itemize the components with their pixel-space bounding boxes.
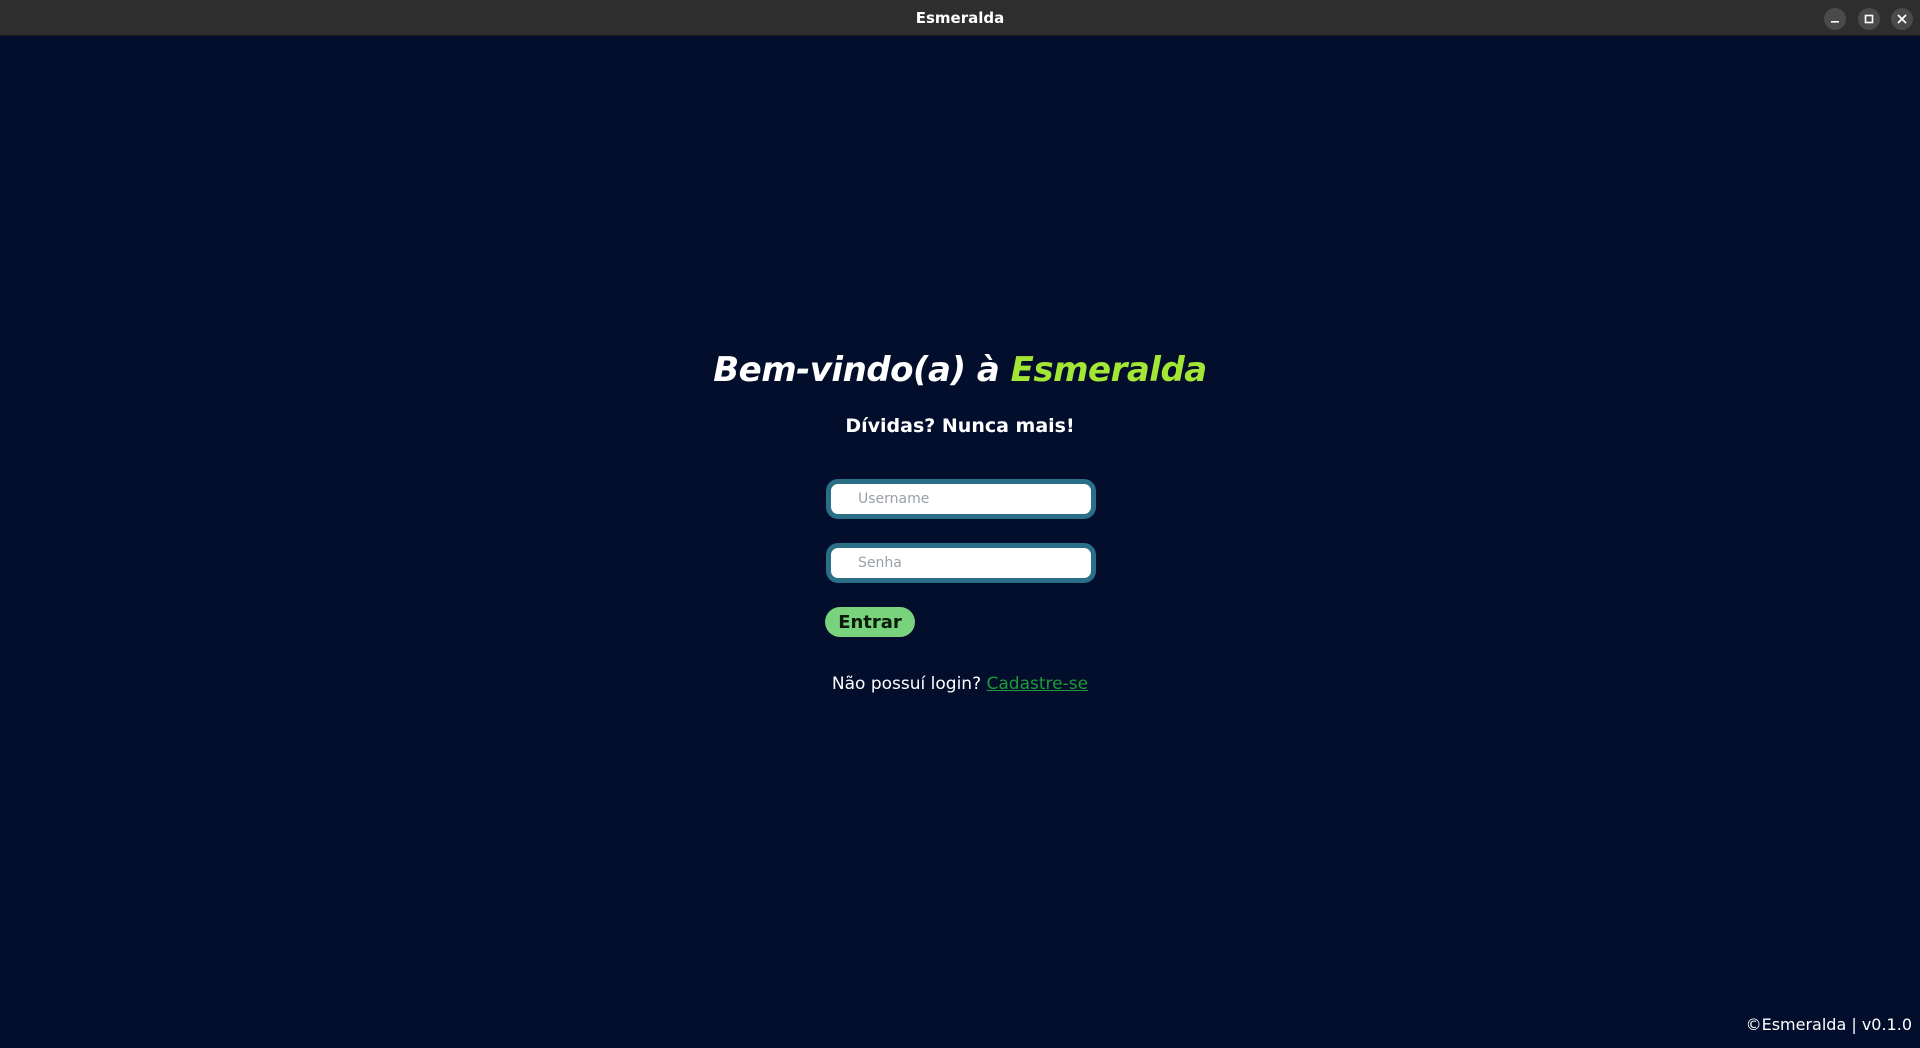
close-button[interactable] [1891, 8, 1913, 30]
footer-version: ©Esmeralda | v0.1.0 [1745, 1015, 1912, 1034]
maximize-button[interactable] [1858, 8, 1880, 30]
brand-name: Esmeralda [1010, 350, 1208, 390]
welcome-heading: Bem-vindo(a) à Esmeralda [0, 350, 1920, 390]
login-screen: Bem-vindo(a) à Esmeralda Dívidas? Nunca … [0, 36, 1920, 1048]
welcome-heading-prefix: Bem-vindo(a) à [713, 350, 1011, 390]
minimize-button[interactable] [1824, 8, 1846, 30]
window-titlebar: Esmeralda [0, 0, 1920, 36]
window-title: Esmeralda [915, 9, 1005, 27]
signup-prompt: Não possuí login? Cadastre-se [0, 674, 1920, 694]
close-icon [1897, 14, 1907, 24]
login-button[interactable]: Entrar [825, 607, 915, 637]
username-input[interactable] [831, 484, 1091, 514]
username-field [826, 479, 1096, 519]
tagline: Dívidas? Nunca mais! [845, 415, 1075, 437]
minimize-icon [1831, 21, 1839, 23]
signup-prompt-text: Não possuí login? [831, 674, 987, 694]
signup-link[interactable]: Cadastre-se [987, 674, 1089, 694]
password-field [826, 543, 1096, 583]
maximize-icon [1864, 14, 1874, 24]
password-input[interactable] [831, 548, 1091, 578]
